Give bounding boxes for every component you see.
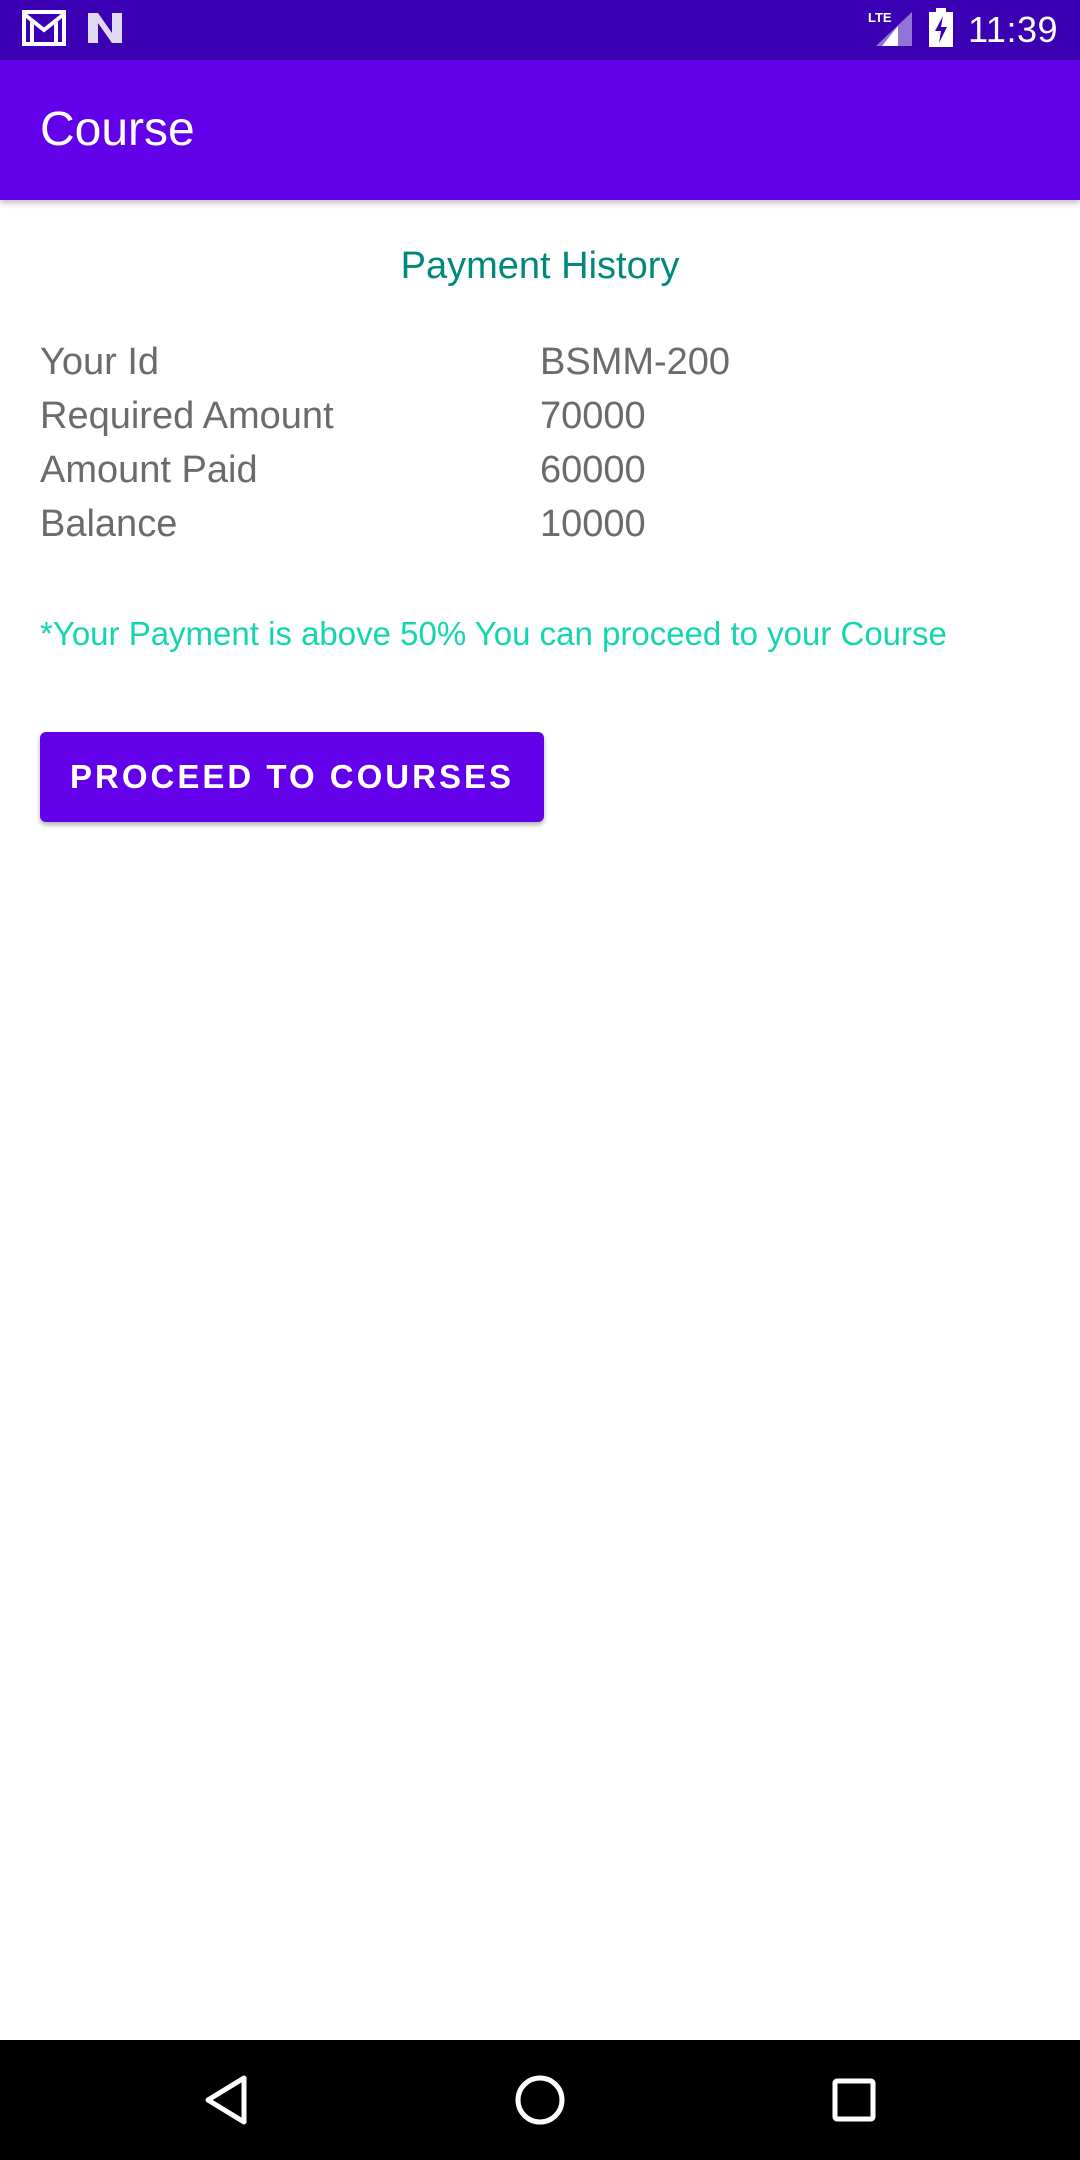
navigation-bar bbox=[0, 2040, 1080, 2160]
gmail-icon bbox=[22, 9, 66, 51]
payment-notice: *Your Payment is above 50% You can proce… bbox=[40, 615, 947, 652]
info-label: Required Amount bbox=[40, 394, 334, 437]
status-bar: LTE 11:39 bbox=[0, 0, 1080, 60]
app-bar: Course bbox=[0, 60, 1080, 200]
info-row-amount-paid: Amount Paid 60000 bbox=[40, 443, 1040, 497]
info-row-required-amount: Required Amount 70000 bbox=[40, 389, 1040, 443]
back-icon[interactable] bbox=[196, 2070, 256, 2130]
proceed-to-courses-button[interactable]: PROCEED TO COURSES bbox=[40, 732, 544, 822]
n-notification-icon bbox=[86, 11, 124, 50]
recents-icon[interactable] bbox=[824, 2070, 884, 2130]
page-title: Course bbox=[40, 103, 195, 156]
battery-charging-icon bbox=[928, 7, 954, 53]
payment-info-table: Your Id BSMM-200 Required Amount 70000 A… bbox=[40, 335, 1040, 551]
info-label: Balance bbox=[40, 502, 178, 545]
lte-label: LTE bbox=[868, 10, 892, 25]
info-value: 60000 bbox=[540, 448, 646, 491]
course-screen: LTE 11:39 Course Payment History Your Id… bbox=[0, 0, 1080, 2160]
info-value: 70000 bbox=[540, 394, 646, 437]
info-row-id: Your Id BSMM-200 bbox=[40, 335, 1040, 389]
info-row-balance: Balance 10000 bbox=[40, 497, 1040, 551]
status-time: 11:39 bbox=[968, 9, 1058, 50]
info-value: BSMM-200 bbox=[540, 340, 731, 383]
lte-signal-icon: LTE bbox=[868, 8, 914, 53]
status-left-icons bbox=[22, 9, 124, 51]
status-right-icons: LTE 11:39 bbox=[868, 7, 1058, 53]
info-value: 10000 bbox=[540, 502, 646, 545]
payment-history-title: Payment History bbox=[400, 245, 680, 287]
info-label: Amount Paid bbox=[40, 448, 258, 491]
info-label: Your Id bbox=[40, 340, 160, 383]
home-icon[interactable] bbox=[510, 2070, 570, 2130]
